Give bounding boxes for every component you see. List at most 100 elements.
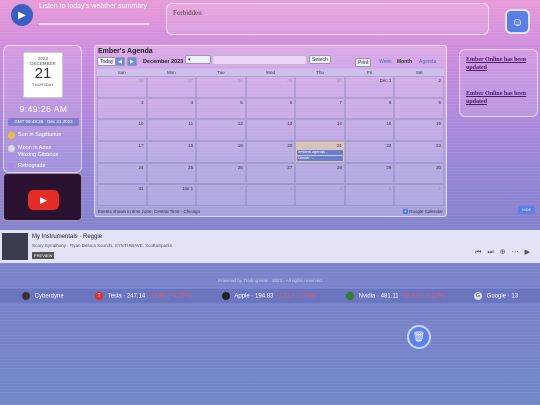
prev-month-button[interactable]: ◀ [115, 57, 125, 66]
date-weekday: THURSDAY [32, 82, 54, 87]
calendar-day-cell[interactable]: 22 [344, 140, 395, 163]
calendar-day-cell[interactable]: 3 [245, 184, 296, 206]
day-number: 26 [237, 164, 243, 170]
hide-button[interactable]: HIDE [518, 206, 535, 214]
calendar-day-cell[interactable]: 16 [394, 119, 444, 141]
play-icon[interactable]: ▶ [11, 4, 33, 26]
calendar-day-cell[interactable]: 19 [196, 140, 246, 163]
calendar-timezone: Events shown in time zone: Central Time … [98, 209, 201, 214]
calendar-event[interactable]: embers agenda... [297, 149, 343, 155]
calendar-day-cell[interactable]: 28 [295, 162, 345, 185]
day-number: 30 [435, 164, 441, 170]
calendar-day-cell[interactable]: 10 [97, 119, 147, 141]
calendar-day-cell[interactable]: 2 [196, 184, 246, 206]
calendar-day-cell[interactable]: 17 [97, 140, 147, 163]
month-tab[interactable]: Month [395, 58, 414, 67]
calendar-day-cell[interactable]: 7 [295, 97, 345, 120]
agenda-tab[interactable]: Agenda [417, 58, 438, 67]
google-calendar-link[interactable]: + Google Calendar [403, 209, 443, 214]
calendar-day-cell[interactable]: 3 [97, 97, 147, 120]
track-title[interactable]: My Instrumentals · Reggie [32, 234, 102, 240]
calendar-day-cell[interactable]: 23 [394, 140, 444, 163]
calendar-day-cell[interactable]: 13 [245, 119, 296, 141]
print-button[interactable]: Print [355, 58, 372, 67]
calendar-day-cell[interactable]: 28 [196, 76, 246, 98]
calendar-day-cell[interactable]: 4 [146, 97, 197, 120]
day-number: 2 [438, 78, 441, 83]
calendar-day-cell[interactable]: 20 [245, 140, 296, 163]
day-number: 10 [138, 121, 144, 127]
previous-icon[interactable]: ⏮ [475, 249, 487, 257]
album-art[interactable] [2, 233, 28, 260]
calendar-day-cell[interactable]: 26 [97, 76, 147, 98]
calendar-day-cell[interactable]: 30 [394, 162, 444, 185]
ticker-price: 481.11 [380, 293, 399, 300]
youtube-video[interactable]: ▶ [3, 173, 82, 221]
calendar-day-cell[interactable]: 24 [97, 162, 147, 185]
calendar-day-cell[interactable]: 27 [146, 76, 197, 98]
trash-button[interactable]: 🗑 [407, 325, 431, 349]
weather-audio-widget: ▶ Listen to today's weather summary [3, 0, 163, 34]
calendar-day-cell[interactable]: 29 [245, 76, 296, 98]
ticker-item-tesla[interactable]: T Tesla · 247.14 −10.90 (−4.22%) [95, 292, 192, 300]
calendar-day-cell[interactable]: 29 [344, 162, 395, 185]
audio-progress-bar[interactable] [39, 23, 149, 25]
next-month-button[interactable]: ▶ [127, 57, 137, 66]
calendar-day-cell[interactable]: 6 [245, 97, 296, 120]
ticker-item-cyberdyne[interactable]: Cyberdyne [22, 292, 64, 300]
calendar-day-cell[interactable]: 15 [344, 119, 395, 141]
day-number: 20 [287, 142, 293, 148]
calendar-day-cell[interactable]: 27 [245, 162, 296, 185]
calendar-day-cell[interactable]: 14 [295, 119, 345, 141]
calendar-event[interactable]: Dinner ... [297, 155, 343, 161]
day-number: 31 [138, 186, 144, 192]
weekday-label: Fri [367, 70, 373, 75]
update-link-1[interactable]: Ember Online has been updated [466, 56, 533, 72]
day-number: 8 [388, 99, 392, 105]
calendar-day-cell[interactable]: 6 [394, 184, 444, 206]
calendar-day-cell[interactable]: Jan 1 [146, 184, 197, 206]
calendar-day-cell[interactable]: 30 [295, 76, 345, 98]
day-number: Dec 1 [379, 78, 392, 83]
calendar-day-cell[interactable]: 12 [196, 119, 246, 141]
today-button[interactable]: Today [97, 57, 117, 66]
calendar-day-cell[interactable]: 5 [344, 184, 395, 206]
day-number: 17 [138, 142, 144, 148]
more-icon[interactable]: ⋯ [512, 248, 525, 256]
calendar-day-cell[interactable]: 21 embers agenda... Dinner ... [295, 140, 345, 163]
calendar-day-cell[interactable]: Dec 1 [344, 76, 395, 98]
day-number: 15 [386, 121, 392, 127]
play-icon[interactable]: ▶ [525, 248, 536, 256]
ticker-change: −10.90 (−4.22%) [146, 293, 192, 300]
youtube-play-icon[interactable]: ▶ [28, 190, 59, 210]
calendar-day-cell[interactable]: 31 [97, 184, 147, 206]
calendar-day-cell[interactable]: 2 [394, 76, 444, 98]
day-number: 16 [435, 121, 441, 127]
calendar-day-cell[interactable]: 4 [295, 184, 345, 206]
calendar-search-input[interactable] [212, 55, 307, 65]
ticker-price: 247.14 [126, 293, 146, 300]
astro-retrograde-label: Retrograde [18, 163, 46, 169]
google-logo-icon: G [474, 292, 482, 300]
calendar-day-cell[interactable]: 8 [344, 97, 395, 120]
calendar-day-cell[interactable]: 11 [146, 119, 197, 141]
calendar-day-cell[interactable]: 9 [394, 97, 444, 120]
week-tab[interactable]: Week [377, 58, 394, 67]
chatbot-button[interactable]: ☺ [505, 9, 530, 34]
ticker-item-nvidia[interactable]: Nvidia · 481.11 −15.51 (−3.12%) [346, 292, 445, 300]
calendar-day-cell[interactable]: 25 [146, 162, 197, 185]
search-button[interactable]: Search [309, 55, 331, 64]
ticker-item-apple[interactable]: Apple · 194.83 −2.11 (−1.07%) [222, 292, 316, 300]
weekday-label: Sat [415, 70, 423, 75]
day-number: 3 [141, 99, 144, 105]
calendar-day-cell[interactable]: 5 [196, 97, 246, 120]
music-player: My Instrumentals · Reggie Scary Symphony… [0, 230, 540, 263]
calendar-day-cell[interactable]: 26 [196, 162, 246, 185]
calendar-day-cell[interactable]: 18 [146, 140, 197, 163]
next-icon[interactable]: ⏭ [487, 249, 499, 257]
add-icon[interactable]: ⊕ [500, 248, 512, 256]
ticker-item-google[interactable]: G Google · 13 [474, 292, 518, 300]
calendar-select[interactable]: ▾ [185, 55, 211, 64]
cyberdyne-logo-icon [22, 292, 30, 300]
update-link-2[interactable]: Ember Online has been updated [466, 90, 533, 106]
